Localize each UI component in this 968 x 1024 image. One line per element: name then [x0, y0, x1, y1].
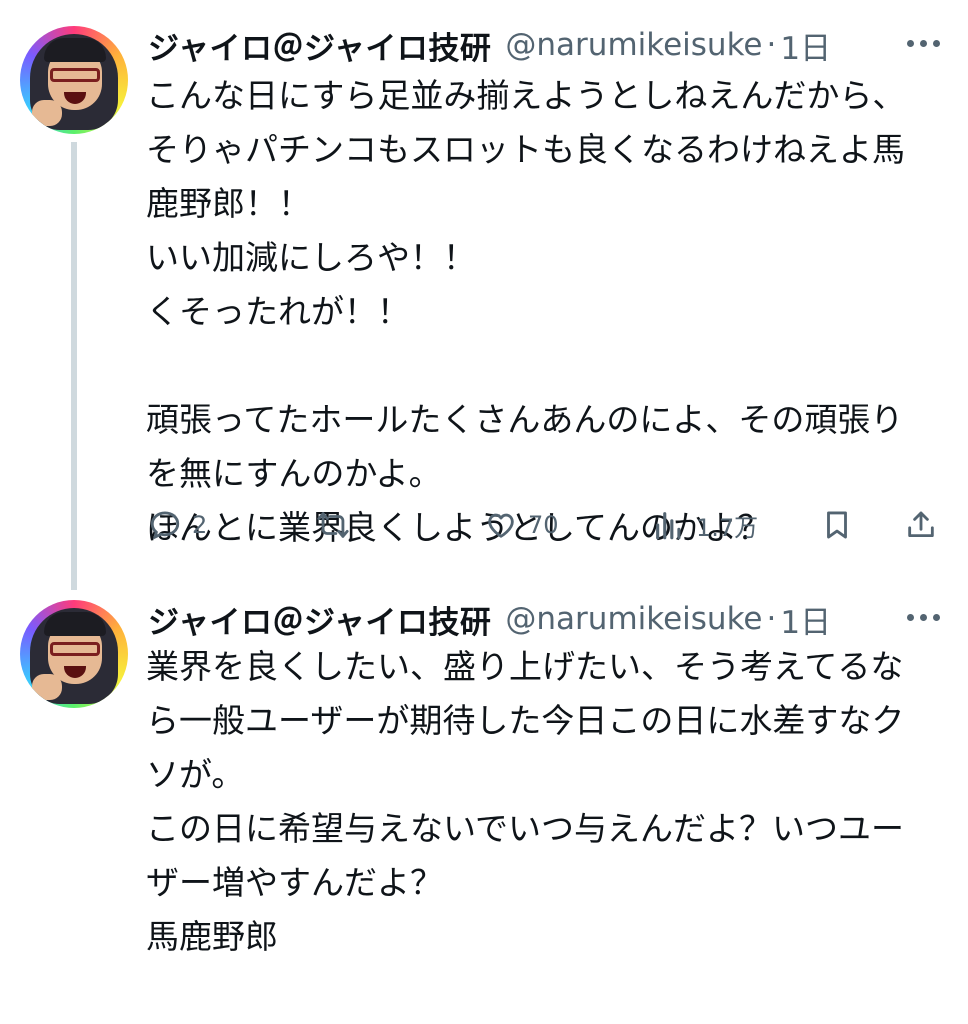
- avatar[interactable]: [20, 600, 128, 708]
- separator: ·: [766, 27, 777, 63]
- avatar-fist: [32, 100, 62, 126]
- author-name[interactable]: ジャイロ＠ジャイロ技研: [148, 597, 491, 642]
- more-icon[interactable]: [907, 614, 940, 621]
- more-icon[interactable]: [907, 40, 940, 47]
- author-handle[interactable]: @narumikeisuke: [505, 27, 762, 63]
- tweet-text: こんな日にすら足並み揃えようとしねえんだから、 そりゃパチンコもスロットも良くな…: [146, 76, 906, 547]
- like-icon: [488, 513, 514, 538]
- tweet-header: ジャイロ＠ジャイロ技研 @narumikeisuke · 1日: [148, 597, 831, 642]
- author-name[interactable]: ジャイロ＠ジャイロ技研: [148, 23, 491, 68]
- bookmark-button[interactable]: [820, 505, 854, 545]
- retweet-icon: [317, 512, 349, 538]
- avatar-glasses: [50, 642, 100, 656]
- tweet-header: ジャイロ＠ジャイロ技研 @narumikeisuke · 1日: [148, 23, 831, 68]
- avatar[interactable]: [20, 26, 128, 134]
- avatar-hair: [44, 612, 106, 636]
- separator: ·: [766, 601, 777, 637]
- share-icon: [908, 511, 934, 538]
- tweet[interactable]: ジャイロ＠ジャイロ技研 @narumikeisuke · 1日 こんな日にすら足…: [0, 0, 968, 590]
- views-icon: [656, 512, 681, 540]
- view-count: 1.7万: [696, 513, 759, 542]
- share-button[interactable]: [904, 505, 938, 545]
- avatar-glasses: [50, 68, 100, 82]
- timestamp[interactable]: 1日: [780, 23, 831, 68]
- reply-button[interactable]: 2: [148, 505, 207, 545]
- like-button[interactable]: 70: [484, 505, 559, 545]
- avatar-hair: [44, 38, 106, 62]
- tweet-text: 業界を良くしたい、盛り上げたい、そう考えてるな ら一般ユーザーが期待した今日この…: [146, 647, 905, 956]
- action-bar: 2 70 1.7万: [0, 505, 968, 545]
- timestamp[interactable]: 1日: [780, 597, 831, 642]
- like-count: 70: [528, 511, 559, 539]
- author-handle[interactable]: @narumikeisuke: [505, 601, 762, 637]
- reply-count: 2: [192, 511, 208, 539]
- bookmark-icon: [827, 511, 847, 539]
- avatar-fist: [32, 674, 62, 700]
- reply-icon: [150, 511, 180, 540]
- views-button[interactable]: 1.7万: [652, 505, 758, 545]
- retweet-button[interactable]: [316, 505, 350, 545]
